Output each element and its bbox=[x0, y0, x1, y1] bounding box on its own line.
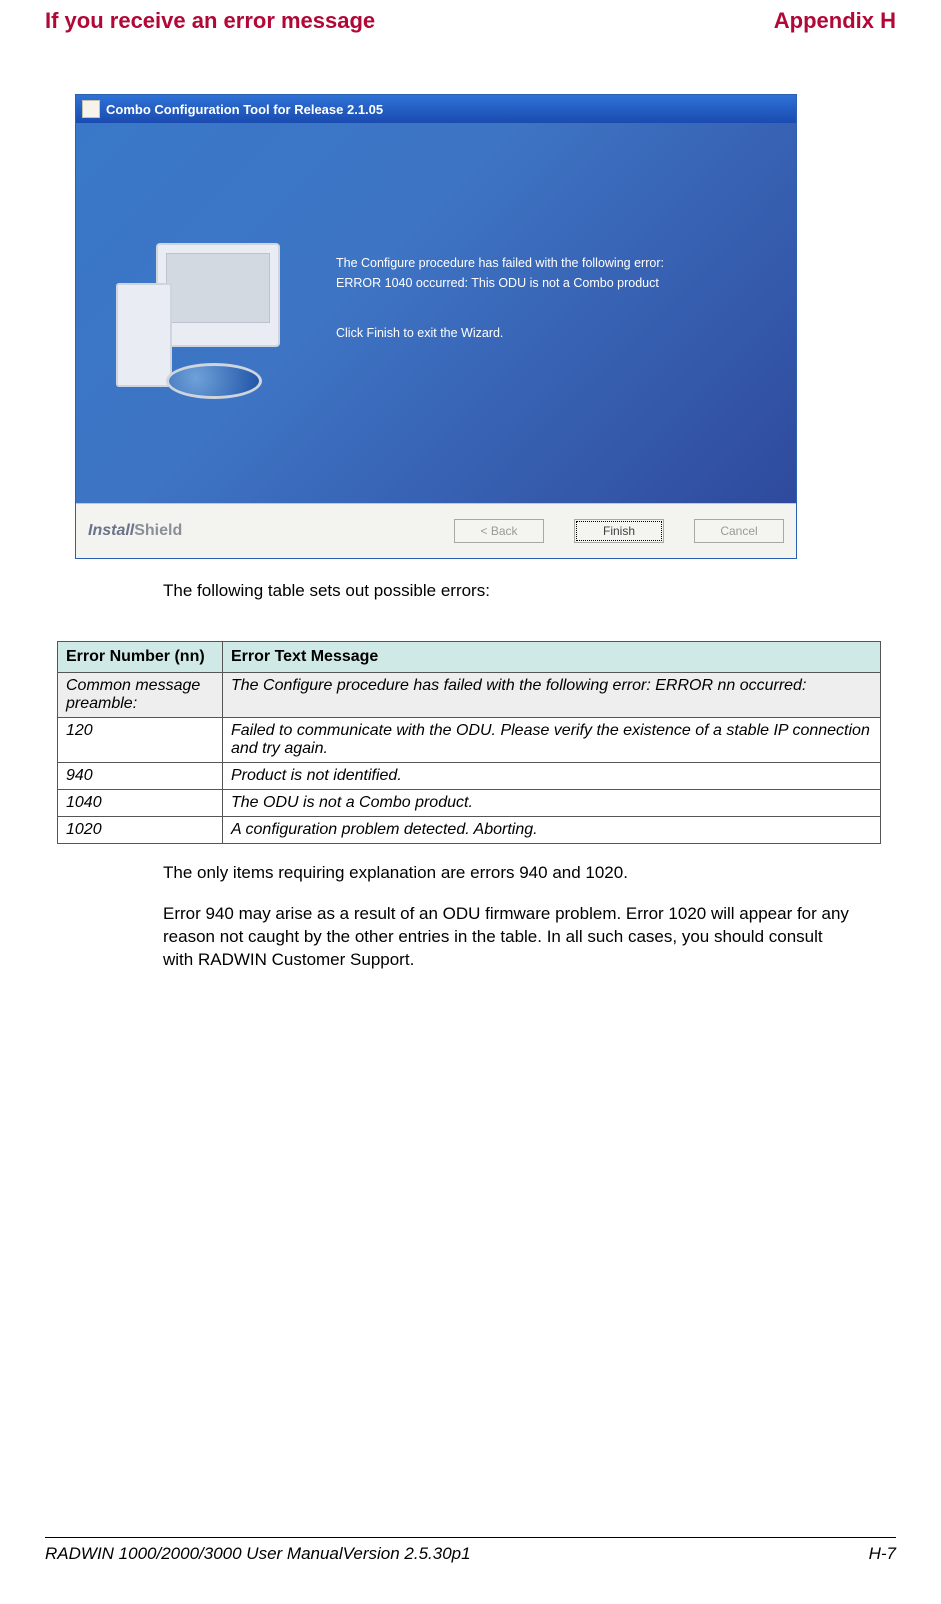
tower-icon bbox=[116, 283, 172, 387]
paragraph-detail: Error 940 may arise as a result of an OD… bbox=[163, 903, 851, 972]
paragraph-explanation: The only items requiring explanation are… bbox=[163, 862, 851, 885]
window-title: Combo Configuration Tool for Release 2.1… bbox=[106, 102, 383, 117]
cell-error-number: 1020 bbox=[58, 817, 223, 844]
cell-error-number: Common message preamble: bbox=[58, 673, 223, 718]
brand-shield: Shield bbox=[134, 522, 182, 539]
window-titlebar: Combo Configuration Tool for Release 2.1… bbox=[76, 95, 796, 123]
monitor-icon bbox=[156, 243, 280, 347]
header-right: Appendix H bbox=[774, 8, 896, 34]
header-left: If you receive an error message bbox=[45, 8, 375, 34]
cell-error-number: 1040 bbox=[58, 790, 223, 817]
page-footer: RADWIN 1000/2000/3000 User ManualVersion… bbox=[45, 1537, 896, 1564]
wizard-message: The Configure procedure has failed with … bbox=[336, 253, 664, 373]
finish-button[interactable]: Finish bbox=[574, 519, 664, 543]
col-error-number: Error Number (nn) bbox=[58, 642, 223, 673]
wizard-msg-line1: The Configure procedure has failed with … bbox=[336, 256, 664, 270]
installer-window: Combo Configuration Tool for Release 2.1… bbox=[75, 94, 797, 559]
wizard-msg-line2: ERROR 1040 occurred: This ODU is not a C… bbox=[336, 276, 659, 290]
table-header-row: Error Number (nn) Error Text Message bbox=[58, 642, 881, 673]
cell-error-number: 120 bbox=[58, 718, 223, 763]
footer-right: H-7 bbox=[869, 1544, 896, 1564]
error-table: Error Number (nn) Error Text Message Com… bbox=[57, 641, 881, 844]
footer-rule bbox=[45, 1537, 896, 1538]
wizard-footer: InstallShield < Back Finish Cancel bbox=[76, 503, 796, 558]
cell-error-message: The Configure procedure has failed with … bbox=[223, 673, 881, 718]
cancel-button[interactable]: Cancel bbox=[694, 519, 784, 543]
cell-error-message: A configuration problem detected. Aborti… bbox=[223, 817, 881, 844]
screenshot-figure: Combo Configuration Tool for Release 2.1… bbox=[75, 94, 866, 559]
running-header: If you receive an error message Appendix… bbox=[45, 0, 896, 34]
col-error-message: Error Text Message bbox=[223, 642, 881, 673]
wizard-illustration bbox=[116, 213, 316, 413]
disc-icon bbox=[166, 363, 262, 399]
cell-error-message: The ODU is not a Combo product. bbox=[223, 790, 881, 817]
back-button[interactable]: < Back bbox=[454, 519, 544, 543]
wizard-msg-line3: Click Finish to exit the Wizard. bbox=[336, 323, 664, 343]
footer-left: RADWIN 1000/2000/3000 User ManualVersion… bbox=[45, 1544, 471, 1564]
brand-install: Install bbox=[88, 522, 134, 539]
table-row: 1020 A configuration problem detected. A… bbox=[58, 817, 881, 844]
page: If you receive an error message Appendix… bbox=[0, 0, 941, 1604]
wizard-body: The Configure procedure has failed with … bbox=[76, 123, 796, 503]
cell-error-message: Failed to communicate with the ODU. Plea… bbox=[223, 718, 881, 763]
cell-error-number: 940 bbox=[58, 763, 223, 790]
cell-error-message: Product is not identified. bbox=[223, 763, 881, 790]
table-row: 940 Product is not identified. bbox=[58, 763, 881, 790]
footer-row: RADWIN 1000/2000/3000 User ManualVersion… bbox=[45, 1544, 896, 1564]
table-row: 120 Failed to communicate with the ODU. … bbox=[58, 718, 881, 763]
table-row: 1040 The ODU is not a Combo product. bbox=[58, 790, 881, 817]
wizard-buttons: < Back Finish Cancel bbox=[454, 519, 784, 543]
app-icon bbox=[82, 100, 100, 118]
installshield-brand: InstallShield bbox=[88, 522, 182, 540]
intro-text: The following table sets out possible er… bbox=[163, 581, 896, 601]
table-row: Common message preamble: The Configure p… bbox=[58, 673, 881, 718]
